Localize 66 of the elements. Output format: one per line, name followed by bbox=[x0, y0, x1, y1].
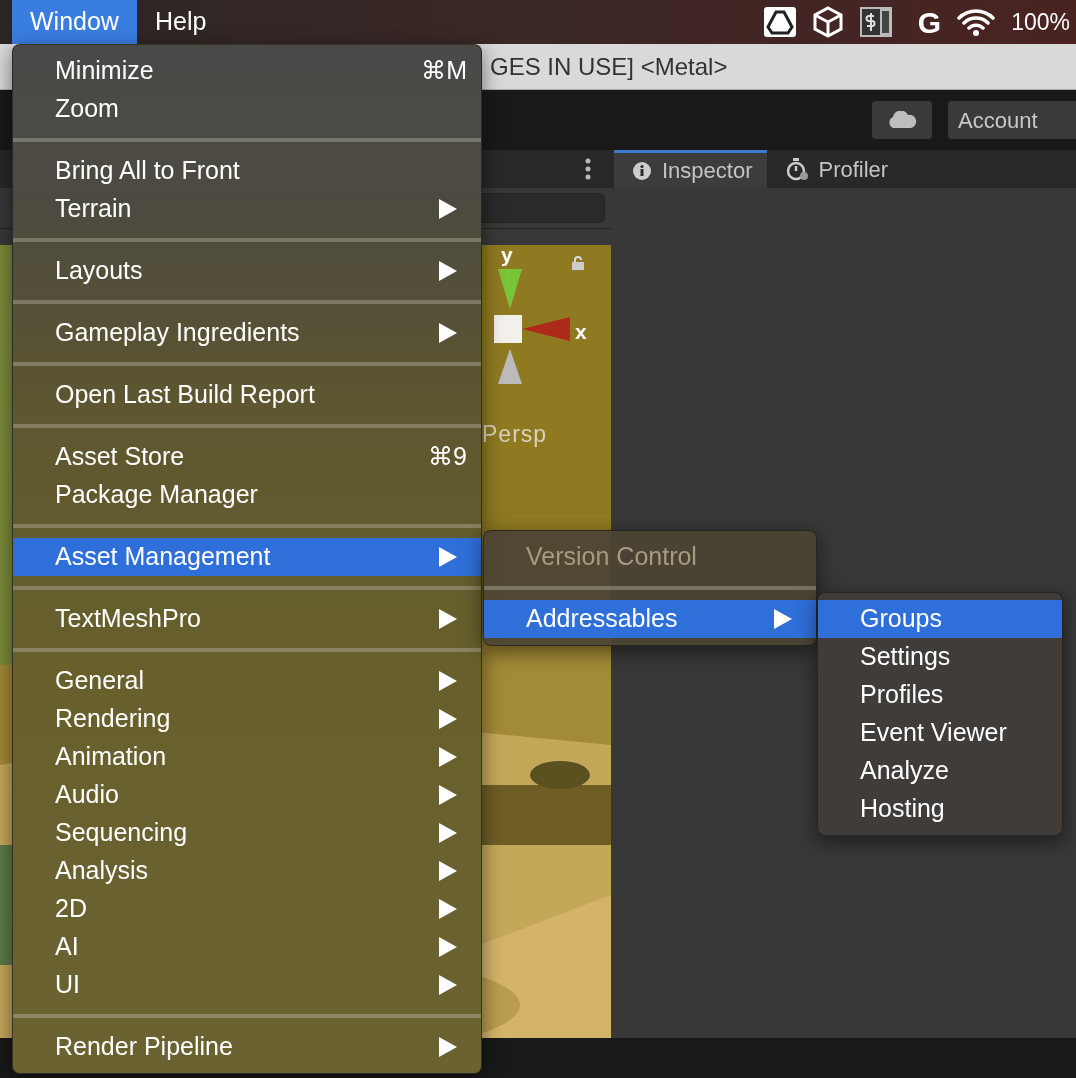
menu-item[interactable]: Render Pipeline bbox=[13, 1028, 481, 1066]
wifi-icon[interactable] bbox=[957, 8, 996, 36]
submenu-arrow-icon bbox=[439, 899, 457, 919]
submenu-arrow-icon bbox=[439, 709, 457, 729]
submenu-arrow-icon bbox=[439, 937, 457, 957]
axis-label: x bbox=[575, 319, 587, 345]
battery-percentage: 100% bbox=[1011, 7, 1070, 37]
lock-icon[interactable] bbox=[571, 256, 585, 270]
account-button[interactable]: Account bbox=[948, 101, 1076, 139]
menu-item[interactable]: Hosting bbox=[818, 790, 1062, 828]
axis-label: y bbox=[501, 245, 513, 268]
submenu-arrow-icon bbox=[439, 547, 457, 567]
submenu-arrow-icon bbox=[439, 323, 457, 343]
menu-item[interactable]: Asset Store ⌘9 bbox=[13, 438, 481, 476]
cloud-button[interactable] bbox=[872, 101, 932, 139]
submenu-arrow-icon bbox=[439, 861, 457, 881]
submenu-arrow-icon bbox=[439, 785, 457, 805]
menu-item[interactable]: 2D bbox=[13, 890, 481, 928]
menu-item[interactable]: Asset Management bbox=[13, 538, 481, 576]
menu-item[interactable]: Open Last Build Report bbox=[13, 376, 481, 414]
menu-item[interactable]: UI bbox=[13, 966, 481, 1004]
submenu-arrow-icon bbox=[439, 747, 457, 767]
shortcut-text: ⌘M bbox=[421, 55, 467, 87]
submenu-arrow-icon bbox=[439, 671, 457, 691]
menu-item[interactable]: Minimize ⌘M bbox=[13, 52, 481, 90]
submenu-arrow-icon bbox=[439, 1037, 457, 1057]
submenu-arrow-icon bbox=[439, 199, 457, 219]
menu-item[interactable]: Analyze bbox=[818, 752, 1062, 790]
menu-item[interactable]: Gameplay Ingredients bbox=[13, 314, 481, 352]
menu-item[interactable]: TextMeshPro bbox=[13, 600, 481, 638]
menu-item[interactable]: Bring All to Front bbox=[13, 152, 481, 190]
panel-tab[interactable]: Inspector bbox=[614, 150, 767, 188]
menu-item[interactable]: Addressables bbox=[484, 600, 816, 638]
menu-item[interactable]: Terrain bbox=[13, 190, 481, 228]
cube-logo-icon[interactable] bbox=[811, 6, 844, 38]
menu-item[interactable]: Rendering bbox=[13, 700, 481, 738]
menu-item[interactable]: Layouts bbox=[13, 252, 481, 290]
menu-item[interactable]: AI bbox=[13, 928, 481, 966]
menu-item[interactable]: Groups bbox=[818, 600, 1062, 638]
menu-item[interactable]: Sequencing bbox=[13, 814, 481, 852]
menu-item[interactable]: Animation bbox=[13, 738, 481, 776]
menu-item[interactable]: Settings bbox=[818, 638, 1062, 676]
menu-item[interactable]: Audio bbox=[13, 776, 481, 814]
menu-bar-item[interactable]: Help bbox=[136, 0, 225, 44]
triangle-logo-icon[interactable] bbox=[763, 7, 796, 37]
terminal-icon[interactable] bbox=[859, 7, 892, 37]
menu-item[interactable]: Package Manager bbox=[13, 476, 481, 514]
submenu-arrow-icon bbox=[439, 975, 457, 995]
more-options-icon[interactable] bbox=[585, 158, 591, 180]
menu-bar-item[interactable]: Window bbox=[12, 0, 137, 44]
panel-tab[interactable]: Profiler bbox=[766, 150, 903, 188]
menu-item[interactable]: Zoom bbox=[13, 90, 481, 128]
submenu-arrow-icon bbox=[439, 823, 457, 843]
menu-item[interactable]: Event Viewer bbox=[818, 714, 1062, 752]
stopwatch-icon bbox=[784, 157, 809, 181]
info-icon bbox=[632, 160, 652, 181]
shortcut-text: ⌘9 bbox=[428, 441, 467, 473]
cloud-icon bbox=[887, 111, 917, 129]
window-title: GES IN USE] <Metal> bbox=[490, 51, 728, 82]
menu-item[interactable]: Analysis bbox=[13, 852, 481, 890]
menu-item[interactable]: General bbox=[13, 662, 481, 700]
submenu-arrow-icon bbox=[439, 609, 457, 629]
submenu-arrow-icon bbox=[774, 609, 792, 629]
submenu-arrow-icon bbox=[439, 261, 457, 281]
status-letter[interactable]: G bbox=[917, 0, 942, 45]
menu-item[interactable]: Profiles bbox=[818, 676, 1062, 714]
